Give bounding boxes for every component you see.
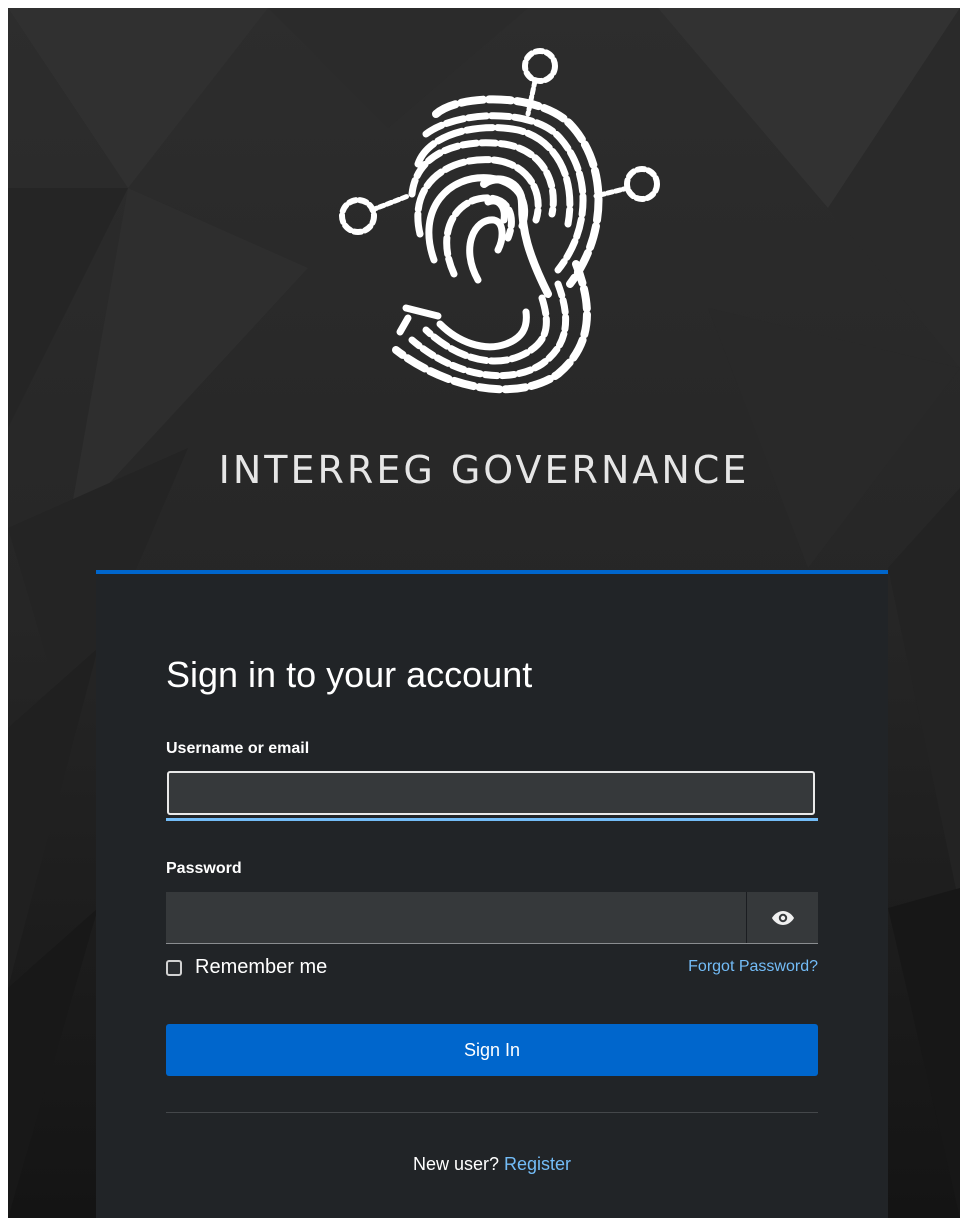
forgot-password-link[interactable]: Forgot Password? xyxy=(688,958,818,976)
password-field-group xyxy=(166,892,818,944)
remember-me-label: Remember me xyxy=(195,956,328,978)
username-focus-underline xyxy=(166,818,818,821)
register-prompt: New user? Register xyxy=(96,1154,888,1175)
show-password-button[interactable] xyxy=(746,892,818,943)
brand-name: INTERREG GOVERNANCE xyxy=(218,448,750,492)
remember-me-checkbox[interactable] xyxy=(166,959,182,976)
login-card: Sign in to your account Username or emai… xyxy=(96,570,888,1218)
eye-icon xyxy=(771,910,794,925)
interreg-fingerprint-logo-icon xyxy=(339,48,660,394)
register-link[interactable]: Register xyxy=(504,1154,571,1174)
password-label: Password xyxy=(166,860,242,877)
new-user-text: New user? xyxy=(412,1154,499,1174)
username-label: Username or email xyxy=(166,740,310,757)
login-page: INTERREG GOVERNANCE Sign in to your acco… xyxy=(8,8,960,1218)
sign-in-button[interactable]: Sign In xyxy=(166,1024,818,1076)
divider xyxy=(166,1112,818,1113)
password-input[interactable] xyxy=(166,892,746,943)
page-title: Sign in to your account xyxy=(166,654,533,695)
remember-me[interactable]: Remember me xyxy=(166,956,327,979)
username-input[interactable] xyxy=(167,771,815,815)
